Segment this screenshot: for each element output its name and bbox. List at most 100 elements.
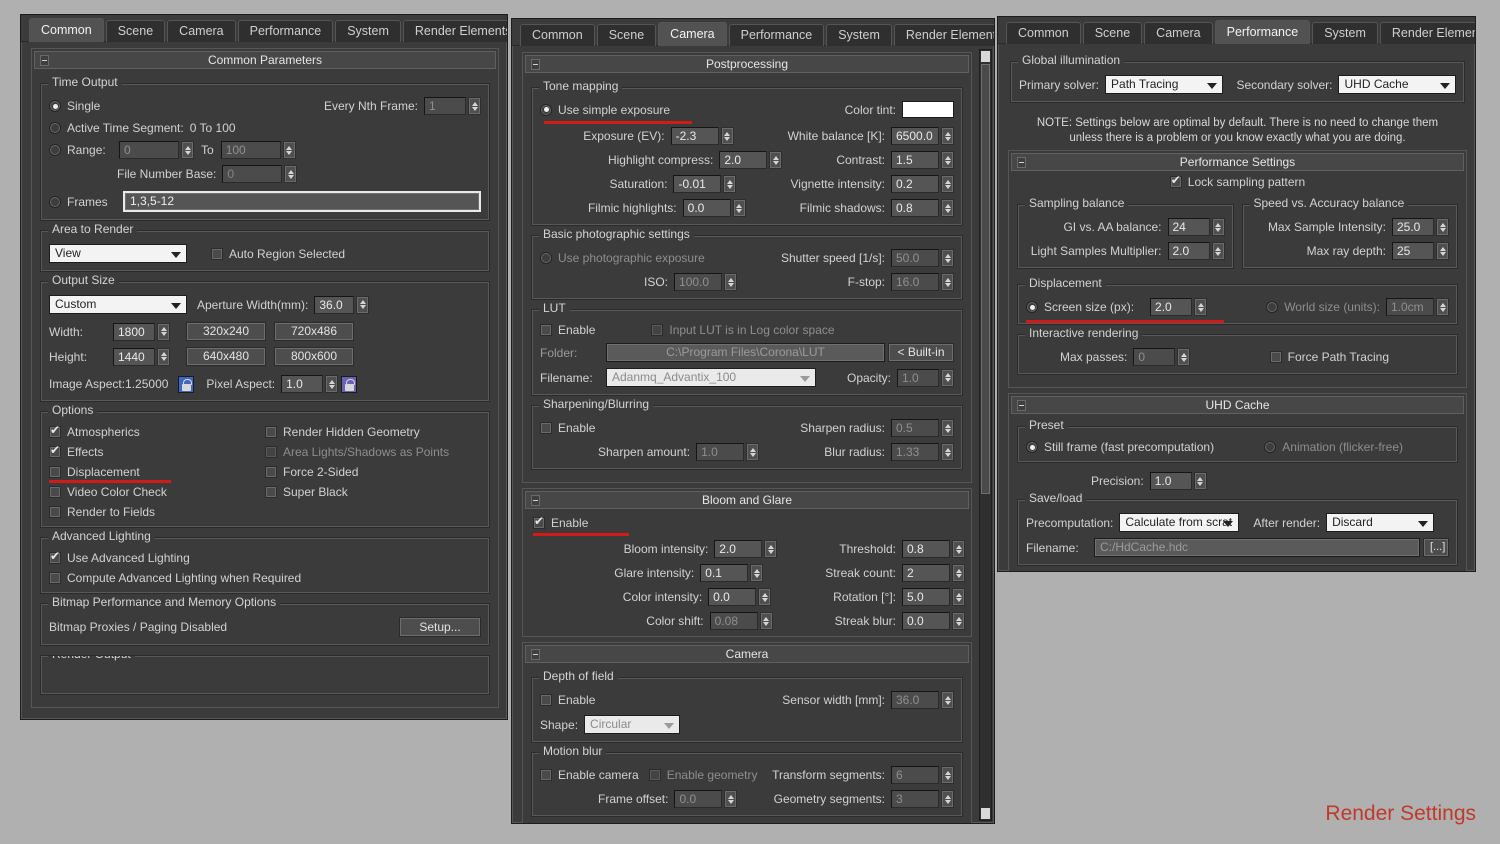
field-bloom-intensity[interactable]: 2.0	[714, 540, 778, 558]
dropdown-precomputation[interactable]: Calculate from scrat	[1119, 513, 1240, 532]
input-bloom-intensity[interactable]: 2.0	[714, 540, 763, 558]
collapse-minus-icon[interactable]	[531, 649, 540, 660]
rollout-header-postprocessing[interactable]: Postprocessing	[525, 55, 969, 73]
input-iso[interactable]: 100.0	[674, 273, 723, 291]
spinner-range-to[interactable]	[282, 141, 296, 159]
input-streak-blur[interactable]: 0.0	[902, 612, 950, 630]
input-white-balance[interactable]: 6500.0	[891, 127, 939, 145]
checkbox-atmospherics[interactable]: Atmospherics	[49, 424, 140, 439]
field-saturation[interactable]: -0.01	[673, 175, 737, 193]
spinner-vignette-intensity[interactable]	[941, 175, 954, 193]
input-threshold[interactable]: 0.8	[902, 540, 950, 558]
spinner-max-ray-depth[interactable]	[1436, 242, 1449, 260]
spinner-color-shift[interactable]	[759, 612, 773, 630]
input-vignette-intensity[interactable]: 0.2	[891, 175, 939, 193]
input-precision[interactable]: 1.0	[1149, 472, 1192, 490]
field-precision[interactable]: 1.0	[1149, 472, 1207, 490]
radio-world-size[interactable]: World size (units):	[1266, 300, 1380, 314]
tab-scene-3[interactable]: Scene	[1082, 22, 1143, 44]
spinner-saturation[interactable]	[723, 175, 737, 193]
dropdown-area-to-render[interactable]: View	[49, 244, 187, 263]
spinner-width[interactable]	[157, 322, 170, 341]
field-range-to[interactable]: 100	[220, 141, 296, 159]
spinner-bloom-intensity[interactable]	[764, 540, 778, 558]
spinner-glare-intensity[interactable]	[750, 564, 764, 582]
tab-camera-3[interactable]: Camera	[1144, 22, 1213, 44]
checkbox-dof-enable[interactable]: Enable	[540, 693, 595, 707]
tab-performance-2[interactable]: Performance	[728, 24, 825, 46]
input-filmic-highlights[interactable]: 0.0	[682, 199, 731, 217]
spinner-white-balance[interactable]	[941, 127, 954, 145]
field-geometry-segments[interactable]: 3	[891, 790, 954, 808]
input-fstop[interactable]: 16.0	[891, 273, 939, 291]
field-streak-count[interactable]: 2	[902, 564, 965, 582]
input-lut-opacity[interactable]: 1.0	[897, 368, 939, 387]
spinner-streak-count[interactable]	[952, 564, 965, 582]
checkbox-bloom-enable[interactable]: Enable	[533, 515, 588, 530]
radio-screen-size[interactable]: Screen size (px):	[1026, 300, 1134, 314]
rollout-header-camera[interactable]: Camera	[525, 645, 969, 663]
spinner-max-passes[interactable]	[1177, 348, 1191, 366]
checkbox-area-lights-shadows-as-points[interactable]: Area Lights/Shadows as Points	[265, 445, 449, 459]
spinner-gi-aa-balance[interactable]	[1211, 218, 1225, 236]
checkbox-render-hidden-geometry[interactable]: Render Hidden Geometry	[265, 425, 420, 439]
spinner-highlight-compress[interactable]	[769, 151, 783, 169]
checkbox-auto-region-selected[interactable]: Auto Region Selected	[211, 247, 345, 261]
tab-performance[interactable]: Performance	[237, 20, 334, 42]
input-color-shift[interactable]: 0.08	[709, 612, 758, 630]
spinner-color-intensity[interactable]	[758, 588, 772, 606]
input-max-ray-depth[interactable]: 25	[1392, 242, 1434, 260]
tab-render-elements[interactable]: Render Elements	[402, 20, 507, 42]
field-frame-offset[interactable]: 0.0	[674, 790, 738, 808]
checkbox-enable-camera-motion-blur[interactable]: Enable camera	[540, 768, 639, 782]
field-sensor-width[interactable]: 36.0	[891, 691, 954, 709]
input-saturation[interactable]: -0.01	[673, 175, 722, 193]
spinner-frame-offset[interactable]	[724, 790, 738, 808]
checkbox-displacement[interactable]: Displacement	[49, 465, 140, 479]
preset-button-640x480[interactable]: 640x480	[186, 347, 266, 366]
spinner-transform-segments[interactable]	[941, 766, 954, 784]
collapse-minus-icon[interactable]	[40, 55, 49, 66]
tab-system[interactable]: System	[335, 20, 401, 42]
spinner-world-size[interactable]	[1436, 298, 1449, 316]
field-contrast[interactable]: 1.5	[891, 151, 954, 169]
input-range-to[interactable]: 100	[220, 141, 281, 159]
browse-button[interactable]: [...]	[1423, 538, 1449, 557]
scroll-up-arrow-icon[interactable]	[981, 51, 990, 62]
field-every-nth-frame[interactable]: 1	[424, 97, 481, 115]
input-sensor-width[interactable]: 36.0	[891, 691, 939, 709]
spinner-filmic-shadows[interactable]	[941, 199, 954, 217]
spinner-exposure[interactable]	[720, 127, 734, 145]
field-max-sample-intensity[interactable]: 25.0	[1392, 218, 1449, 236]
checkbox-lock-sampling-pattern[interactable]: Lock sampling pattern	[1169, 174, 1305, 189]
input-uhd-filename[interactable]: C:/HdCache.hdc	[1094, 538, 1420, 557]
rollout-header-uhd-cache[interactable]: UHD Cache	[1011, 396, 1464, 414]
input-rotation[interactable]: 5.0	[902, 588, 950, 606]
dropdown-after-render[interactable]: Discard	[1326, 513, 1435, 532]
input-exposure[interactable]: -2.3	[670, 127, 719, 145]
input-max-sample-intensity[interactable]: 25.0	[1392, 218, 1434, 236]
field-sharpen-amount[interactable]: 1.0	[696, 443, 760, 461]
checkbox-super-black[interactable]: Super Black	[265, 485, 348, 499]
field-world-size[interactable]: 1.0cm	[1386, 298, 1449, 316]
tab-render-elements-3[interactable]: Render Elements	[1379, 22, 1475, 44]
input-highlight-compress[interactable]: 2.0	[719, 151, 768, 169]
input-aperture-width[interactable]: 36.0	[314, 295, 355, 314]
field-file-number-base[interactable]: 0	[222, 165, 298, 183]
spinner-light-samples-multiplier[interactable]	[1211, 242, 1225, 260]
field-width[interactable]: 1800	[113, 322, 170, 341]
rollout-header-performance-settings[interactable]: Performance Settings	[1011, 153, 1464, 171]
spinner-height[interactable]	[157, 347, 170, 366]
radio-single[interactable]: Single	[49, 99, 100, 113]
radio-use-photographic-exposure[interactable]: Use photographic exposure	[540, 251, 705, 265]
spinner-pixel-aspect[interactable]	[325, 375, 339, 393]
field-lut-opacity[interactable]: 1.0	[897, 368, 954, 387]
dropdown-output-size-preset[interactable]: Custom	[49, 295, 187, 314]
collapse-minus-icon[interactable]	[531, 59, 540, 70]
input-world-size[interactable]: 1.0cm	[1386, 298, 1434, 316]
input-shutter-speed[interactable]: 50.0	[891, 249, 939, 267]
field-rotation[interactable]: 5.0	[902, 588, 965, 606]
tab-scene[interactable]: Scene	[105, 20, 166, 42]
spinner-streak-blur[interactable]	[952, 612, 965, 630]
field-filmic-shadows[interactable]: 0.8	[891, 199, 954, 217]
